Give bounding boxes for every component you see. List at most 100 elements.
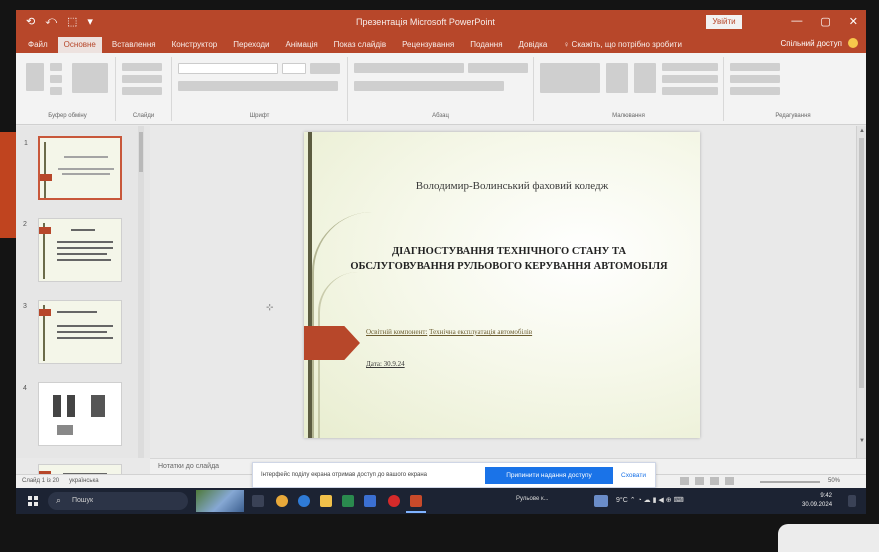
- quick-styles-button[interactable]: [634, 63, 656, 93]
- text-direction-buttons[interactable]: [468, 63, 528, 73]
- font-family-select[interactable]: [178, 63, 278, 74]
- taskbar-app-label[interactable]: Рульове к...: [516, 496, 549, 502]
- windows-start-icon[interactable]: [28, 496, 38, 506]
- weather-icon[interactable]: [594, 495, 608, 507]
- tray-icons[interactable]: ⌃ ◔ ☁ ▮ ◀ ⊕ ⌨: [630, 497, 684, 504]
- sorter-view-button[interactable]: [695, 477, 704, 485]
- share-button[interactable]: Спільний доступ: [780, 39, 842, 48]
- scrollbar-thumb[interactable]: [139, 132, 143, 172]
- signin-button[interactable]: Увійти: [706, 15, 742, 29]
- slide-date[interactable]: Дата: 30.9.24: [366, 360, 405, 368]
- slide-thumbnail[interactable]: 2: [23, 218, 122, 282]
- discipline-value: Технічна експлуатація автомобілів: [429, 328, 533, 336]
- list-buttons[interactable]: [354, 63, 464, 73]
- window-controls: — ▢ ✕: [791, 15, 858, 28]
- taskbar-search[interactable]: ⌕ Пошук: [48, 492, 188, 510]
- ribbon-group-label: Абзац: [432, 113, 449, 119]
- font-grow-shrink-buttons[interactable]: [310, 63, 340, 74]
- replace-button[interactable]: [730, 75, 780, 83]
- mail-icon[interactable]: [364, 495, 376, 507]
- tab-design[interactable]: Конструктор: [166, 40, 224, 53]
- chrome-icon[interactable]: [276, 495, 288, 507]
- copy-button[interactable]: [50, 75, 62, 83]
- screen-share-banner: Інтерфейс поділу екрана отримав доступ д…: [252, 462, 656, 488]
- undo-icon[interactable]: ⤺: [45, 15, 57, 28]
- layout-button[interactable]: [122, 63, 162, 71]
- tab-file[interactable]: Файл: [22, 40, 54, 53]
- minimize-button[interactable]: —: [791, 15, 802, 28]
- new-slide-button[interactable]: [72, 63, 108, 93]
- tell-me-search[interactable]: ♀ Скажіть, що потрібно зробити: [557, 40, 688, 53]
- ribbon-group-label: Буфер обміну: [48, 113, 87, 119]
- format-painter-button[interactable]: [50, 87, 62, 95]
- scrollbar-thumb[interactable]: [859, 138, 864, 388]
- slide-thumbnail[interactable]: 1: [24, 136, 122, 200]
- scroll-up-icon[interactable]: ▲: [859, 128, 865, 134]
- stop-sharing-button[interactable]: Припинити надання доступу: [485, 467, 613, 484]
- thumb-text-line: [57, 259, 111, 261]
- slide-title[interactable]: ДІАГНОСТУВАННЯ ТЕХНІЧНОГО СТАНУ ТА ОБСЛУ…: [344, 244, 674, 274]
- autosave-icon[interactable]: ⟲: [26, 15, 35, 28]
- taskbar: ⌕ Пошук Рульове к... 9°C ⌃ ◔ ☁ ▮ ◀ ⊕ ⌨ 9…: [16, 488, 866, 514]
- present-icon[interactable]: ⬚: [67, 15, 77, 28]
- scroll-down-icon[interactable]: ▼: [859, 438, 865, 444]
- slide-thumbnails-panel: 1 2 3 4: [16, 126, 150, 484]
- search-highlight-image[interactable]: [196, 490, 244, 512]
- slide-thumbnail[interactable]: 3: [23, 300, 122, 364]
- ribbon: Буфер обміну Слайди Шрифт Абзац Малюванн…: [16, 53, 866, 125]
- slide-counter: Слайд 1 із 20: [22, 478, 60, 484]
- taskbar-clock[interactable]: 9:42 30.09.2024: [802, 492, 832, 510]
- tab-insert[interactable]: Вставлення: [106, 40, 162, 53]
- notification-icon[interactable]: [848, 495, 856, 507]
- tab-help[interactable]: Довідка: [513, 40, 554, 53]
- powerpoint-icon[interactable]: [410, 495, 422, 507]
- feedback-smile-icon[interactable]: [848, 38, 858, 48]
- normal-view-button[interactable]: [680, 477, 689, 485]
- reading-view-button[interactable]: [710, 477, 719, 485]
- find-button[interactable]: [730, 63, 780, 71]
- slide-editor[interactable]: Володимир-Волинський фаховий коледж ДІАГ…: [304, 132, 700, 438]
- tab-slideshow[interactable]: Показ слайдів: [328, 40, 392, 53]
- clock-date: 30.09.2024: [802, 502, 833, 508]
- slideshow-view-button[interactable]: [725, 477, 734, 485]
- active-app-indicator: [406, 511, 426, 513]
- tab-home[interactable]: Основне: [57, 37, 102, 53]
- alignment-buttons[interactable]: [354, 81, 504, 91]
- maximize-button[interactable]: ▢: [820, 15, 830, 28]
- system-tray: 9°C ⌃ ◔ ☁ ▮ ◀ ⊕ ⌨: [616, 496, 684, 504]
- font-format-buttons[interactable]: [178, 81, 338, 91]
- reset-button[interactable]: [122, 75, 162, 83]
- zoom-level[interactable]: 50%: [828, 478, 840, 484]
- language-indicator[interactable]: українська: [69, 478, 99, 484]
- hide-banner-button[interactable]: Сховати: [621, 472, 646, 479]
- shape-fill-button[interactable]: [662, 63, 718, 71]
- customize-qat-icon[interactable]: ▾: [87, 15, 93, 28]
- slide-college-name[interactable]: Володимир-Волинський фаховий коледж: [362, 180, 662, 192]
- file-explorer-icon[interactable]: [320, 495, 332, 507]
- tab-transitions[interactable]: Переходи: [227, 40, 275, 53]
- zoom-slider[interactable]: [760, 481, 820, 483]
- task-view-icon[interactable]: [252, 495, 264, 507]
- slide-discipline[interactable]: Освітній компонент: Технічна експлуатаці…: [366, 328, 532, 336]
- font-size-select[interactable]: [282, 63, 306, 74]
- opera-icon[interactable]: [388, 495, 400, 507]
- tab-animations[interactable]: Анімація: [279, 40, 323, 53]
- select-button[interactable]: [730, 87, 780, 95]
- paste-button[interactable]: [26, 63, 44, 91]
- tab-review[interactable]: Рецензування: [396, 40, 460, 53]
- arrange-button[interactable]: [606, 63, 628, 93]
- ribbon-group-label: Малювання: [612, 113, 645, 119]
- thumbnails-scrollbar[interactable]: [138, 126, 144, 458]
- shape-effects-button[interactable]: [662, 87, 718, 95]
- shape-outline-button[interactable]: [662, 75, 718, 83]
- slide-thumbnail[interactable]: 4: [23, 382, 122, 446]
- tab-view[interactable]: Подання: [464, 40, 508, 53]
- cut-button[interactable]: [50, 63, 62, 71]
- slide-scrollbar[interactable]: ▲ ▼: [856, 126, 866, 458]
- temperature[interactable]: 9°C: [616, 497, 628, 504]
- store-icon[interactable]: [342, 495, 354, 507]
- section-button[interactable]: [122, 87, 162, 95]
- shapes-gallery[interactable]: [540, 63, 600, 93]
- close-button[interactable]: ✕: [849, 15, 858, 28]
- edge-icon[interactable]: [298, 495, 310, 507]
